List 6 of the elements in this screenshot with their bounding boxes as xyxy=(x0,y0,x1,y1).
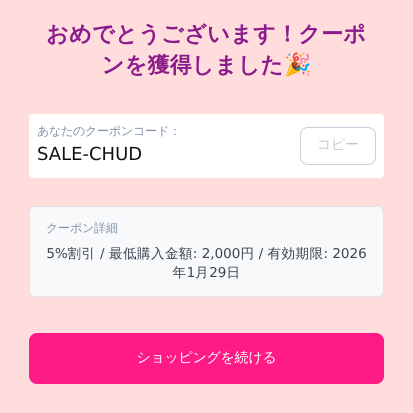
coupon-code-label: あなたのクーポンコード： xyxy=(37,124,181,138)
details-heading: クーポン詳細 xyxy=(46,220,119,237)
continue-shopping-button[interactable]: ショッピングを続ける xyxy=(29,332,384,384)
details-text: 5%割引 / 最低購入金額: 2,000円 / 有効期限: 2026年1月29日 xyxy=(46,244,367,284)
page-title: おめでとうございます！クーポンを獲得しました🎉 xyxy=(46,21,368,80)
coupon-code: SALE-CHUD xyxy=(37,144,144,166)
